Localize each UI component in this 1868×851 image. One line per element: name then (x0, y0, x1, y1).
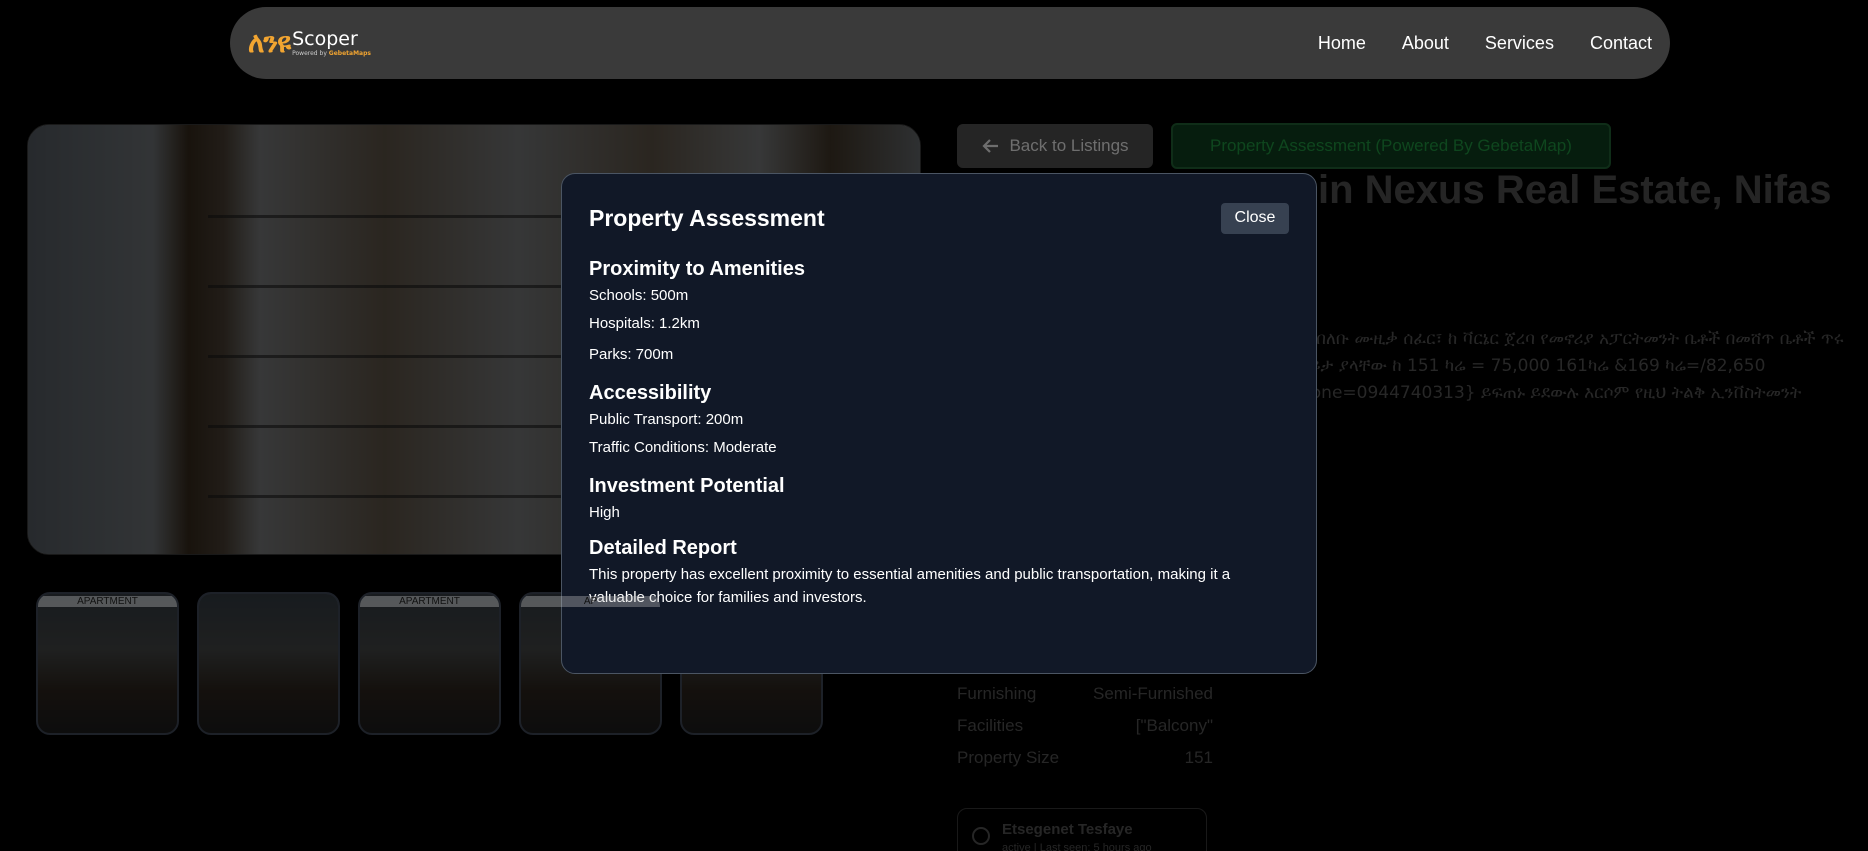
logo-name: Scoper (292, 27, 358, 50)
property-assessment-modal: Property Assessment Close Proximity to A… (561, 173, 1317, 674)
amenities-section: Proximity to Amenities Schools: 500m Hos… (589, 258, 1289, 370)
site-logo[interactable]: ለንዩ Scoper Powered by GebetaMaps (248, 26, 371, 60)
accessibility-section: Accessibility Public Transport: 200m Tra… (589, 382, 1289, 463)
section-heading: Detailed Report (589, 537, 737, 559)
logo-mark: ለንዩ (248, 26, 291, 59)
modal-title: Property Assessment (589, 204, 825, 231)
nav-about[interactable]: About (1402, 33, 1449, 54)
traffic-conditions: Traffic Conditions: Moderate (589, 439, 777, 456)
investment-section: Investment Potential High (589, 475, 1289, 525)
section-heading: Proximity to Amenities (589, 258, 805, 280)
parks-distance: Parks: 700m (589, 346, 674, 363)
hospitals-distance: Hospitals: 1.2km (589, 315, 700, 332)
investment-value: High (589, 504, 620, 521)
nav-services[interactable]: Services (1485, 33, 1554, 54)
logo-powered-by: Powered by GebetaMaps (292, 49, 371, 57)
schools-distance: Schools: 500m (589, 287, 689, 304)
top-navbar: ለንዩ Scoper Powered by GebetaMaps Home Ab… (230, 7, 1670, 79)
section-heading: Investment Potential (589, 475, 785, 497)
section-heading: Accessibility (589, 382, 712, 404)
nav-home[interactable]: Home (1318, 33, 1366, 54)
nav-links: Home About Services Contact (1318, 33, 1652, 54)
report-section: Detailed Report This property has excell… (589, 537, 1289, 609)
nav-contact[interactable]: Contact (1590, 33, 1652, 54)
public-transport-distance: Public Transport: 200m (589, 411, 744, 428)
close-button[interactable]: Close (1221, 202, 1289, 234)
report-text: This property has excellent proximity to… (589, 566, 1231, 606)
